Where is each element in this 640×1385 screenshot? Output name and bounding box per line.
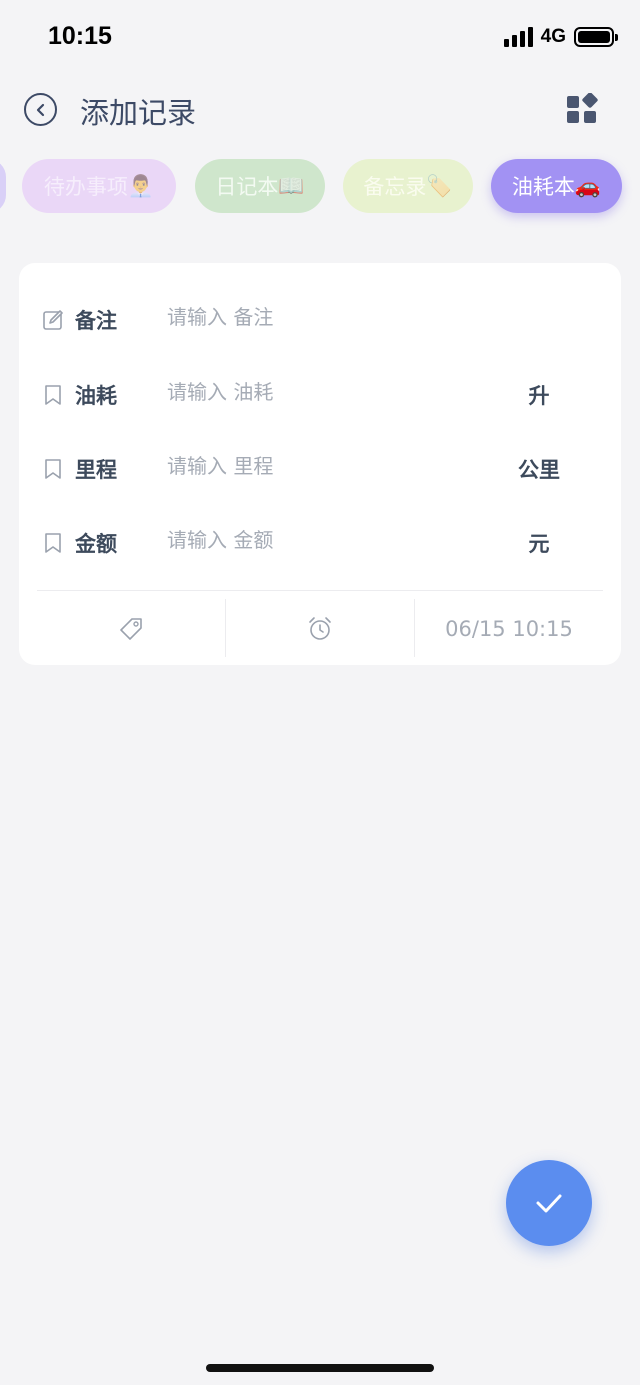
tag-button[interactable]	[37, 599, 225, 659]
chip-label: 日记本	[215, 175, 279, 199]
check-icon	[536, 1194, 562, 1213]
home-indicator	[206, 1364, 434, 1372]
chip-diary[interactable]: 日记本 📖	[195, 159, 325, 213]
signal-icon	[503, 27, 533, 47]
form-row-fuel: 油耗 升	[19, 370, 621, 420]
status-indicators: 4G	[503, 26, 618, 48]
bookmark-icon	[45, 459, 61, 479]
chip-memo[interactable]: 备忘录 🏷️	[343, 159, 473, 213]
network-type: 4G	[540, 26, 566, 47]
amount-input[interactable]	[167, 528, 467, 552]
status-bar: 10:15 4G	[0, 0, 640, 76]
chip-partial[interactable]	[0, 159, 6, 213]
field-unit: 升	[528, 384, 550, 408]
chip-label: 备忘录	[363, 175, 427, 199]
chip-label: 待办事项	[43, 175, 128, 199]
field-label: 备注	[75, 309, 117, 333]
category-chips: 待办事项 👨‍💼 日记本 📖 备忘录 🏷️ 油耗本 🚗	[0, 159, 640, 215]
battery-icon	[574, 27, 618, 47]
reminder-button[interactable]	[226, 599, 414, 659]
chevron-left-icon	[36, 103, 44, 116]
bookmark-icon	[45, 385, 61, 405]
mileage-input[interactable]	[167, 454, 467, 478]
field-label: 油耗	[75, 384, 117, 408]
chip-fuel[interactable]: 油耗本 🚗	[491, 159, 622, 213]
datetime-picker[interactable]: 06/15 10:15	[415, 599, 603, 659]
field-label: 金额	[75, 532, 117, 556]
field-unit: 元	[528, 532, 550, 556]
tag-icon	[120, 618, 142, 640]
chip-label: 油耗本	[511, 175, 575, 199]
form-row-amount: 金额 元	[19, 518, 621, 568]
alarm-clock-icon	[309, 617, 331, 640]
back-button[interactable]	[24, 93, 57, 126]
grid-menu-button[interactable]	[566, 92, 598, 125]
header: 添加记录	[0, 80, 640, 140]
record-form-card: 备注 油耗 升 里程 公里 金额 元	[19, 263, 621, 665]
form-row-note: 备注	[19, 295, 621, 345]
bookmark-icon	[45, 533, 61, 553]
label-tag-icon: 🏷️	[426, 173, 453, 198]
note-input[interactable]	[167, 305, 467, 329]
office-worker-icon: 👨‍💼	[127, 173, 155, 198]
fuel-input[interactable]	[167, 380, 467, 404]
confirm-button[interactable]	[506, 1160, 592, 1246]
car-icon: 🚗	[574, 173, 602, 198]
status-time: 10:15	[48, 22, 112, 50]
grid-icon	[567, 92, 598, 123]
divider	[37, 590, 603, 591]
datetime-value: 06/15 10:15	[445, 617, 573, 641]
field-unit: 公里	[518, 458, 560, 482]
page-title: 添加记录	[80, 96, 197, 130]
book-icon: 📖	[278, 173, 305, 198]
field-label: 里程	[75, 458, 117, 482]
chip-todo[interactable]: 待办事项 👨‍💼	[22, 159, 176, 213]
form-row-mileage: 里程 公里	[19, 444, 621, 494]
edit-icon	[43, 310, 63, 330]
